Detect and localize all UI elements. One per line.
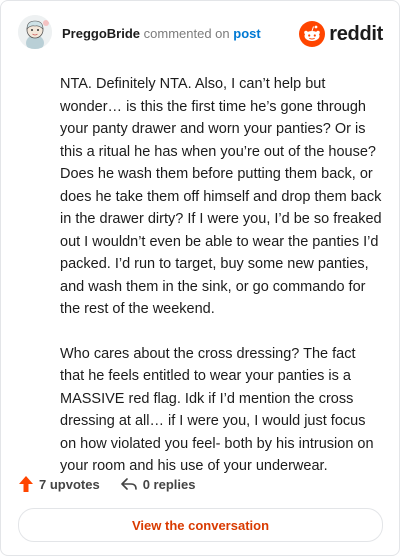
action-text: commented on [143,26,230,41]
reply-arrow-icon [120,478,137,490]
upvote-button[interactable]: 7 upvotes [18,475,100,493]
comment-card: PreggoBride commented on post reddit NTA… [0,0,400,556]
reddit-brand[interactable]: reddit [299,21,383,47]
post-link[interactable]: post [233,26,260,41]
comment-paragraph: NTA. Definitely NTA. Also, I can’t help … [60,76,382,317]
reply-button[interactable]: 0 replies [120,476,196,492]
brand-wordmark: reddit [329,22,383,45]
comment-paragraph: Who cares about the cross dressing? The … [60,345,374,475]
avatar-icon [18,15,52,49]
comment-actions: 7 upvotes 0 replies [18,475,383,493]
comment-meta: PreggoBride commented on post [62,26,261,42]
comment-header: PreggoBride commented on post reddit [18,15,383,55]
upvote-count: 7 upvotes [39,476,100,492]
username[interactable]: PreggoBride [62,26,140,41]
upvote-arrow-icon [19,476,33,492]
comment-body: NTA. Definitely NTA. Also, I can’t help … [60,73,382,500]
reply-count: 0 replies [142,476,196,492]
reddit-logo-icon [299,21,326,47]
user-avatar[interactable] [18,15,52,49]
view-conversation-button[interactable]: View the conversation [18,508,383,542]
